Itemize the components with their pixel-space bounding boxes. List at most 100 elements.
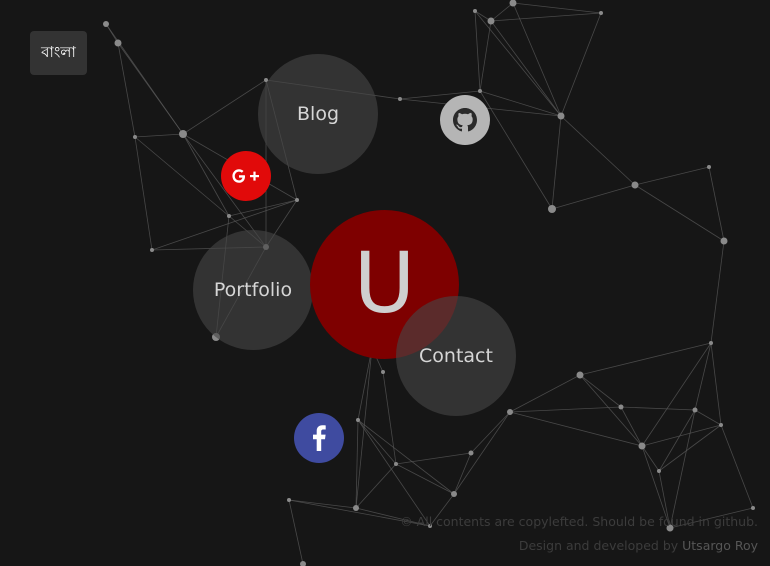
footer-copyright: © All contents are copylefted. Should be…: [400, 514, 758, 529]
network-link: [470, 411, 511, 454]
network-node: [576, 371, 584, 379]
network-link: [634, 166, 710, 186]
network-node: [478, 89, 482, 93]
nav-blog-label: Blog: [297, 103, 339, 125]
network-link: [579, 342, 712, 376]
network-node: [468, 450, 474, 456]
network-link: [512, 2, 562, 117]
network-node: [295, 198, 299, 202]
network-link: [134, 136, 230, 217]
network-link: [669, 409, 696, 529]
network-link: [355, 347, 373, 509]
footer-credit: Design and developed by Utsargo Roy: [519, 538, 758, 553]
network-link: [694, 342, 712, 411]
network-link: [620, 406, 643, 447]
network-node: [692, 407, 698, 413]
network-node: [394, 462, 398, 466]
network-link: [479, 20, 492, 92]
language-toggle-button[interactable]: বাংলা: [30, 31, 87, 75]
network-node: [599, 11, 603, 15]
facebook-icon: [313, 425, 326, 451]
network-node: [720, 237, 728, 245]
google-plus-link[interactable]: [221, 151, 271, 201]
network-node: [353, 505, 359, 511]
network-link: [551, 115, 562, 210]
network-link: [620, 406, 696, 411]
footer-credit-prefix: Design and developed by: [518, 538, 683, 553]
network-node: [150, 248, 154, 252]
network-node: [356, 418, 360, 422]
network-link: [288, 499, 357, 509]
network-node: [227, 214, 231, 218]
network-link: [694, 409, 722, 426]
network-link: [658, 409, 696, 472]
network-node: [487, 17, 495, 25]
google-plus-icon: [232, 169, 259, 183]
network-node: [287, 498, 291, 502]
footer-author-link[interactable]: Utsargo Roy: [682, 538, 758, 553]
network-link: [479, 90, 562, 117]
network-node: [179, 130, 187, 138]
facebook-link[interactable]: [294, 413, 344, 463]
network-link: [710, 240, 725, 344]
network-node: [300, 561, 306, 566]
network-node: [114, 39, 122, 47]
nav-portfolio-label: Portfolio: [213, 279, 293, 301]
network-node: [709, 341, 713, 345]
network-link: [355, 463, 397, 509]
center-logo-letter: U: [353, 233, 416, 332]
network-link: [357, 419, 397, 465]
network-node: [631, 181, 639, 189]
network-node: [618, 404, 624, 410]
network-link: [382, 371, 397, 465]
network-node: [473, 9, 477, 13]
network-link: [579, 374, 643, 447]
network-link: [395, 452, 472, 465]
network-link: [551, 184, 636, 210]
network-link: [720, 424, 754, 509]
network-link: [134, 133, 184, 138]
network-link: [509, 374, 581, 413]
network-node: [751, 506, 755, 510]
network-node: [719, 423, 723, 427]
network-link: [634, 184, 725, 242]
network-link: [512, 2, 602, 14]
network-link: [490, 12, 602, 22]
network-node: [509, 0, 517, 7]
network-link: [509, 411, 643, 447]
network-link: [134, 136, 153, 251]
network-node: [507, 409, 513, 415]
nav-portfolio-bubble[interactable]: Portfolio: [193, 230, 313, 350]
network-node: [398, 97, 402, 101]
network-link: [288, 499, 304, 565]
network-node: [381, 370, 385, 374]
network-link: [490, 20, 562, 117]
network-link: [228, 199, 298, 217]
network-node: [451, 491, 457, 497]
nav-contact-bubble[interactable]: Contact: [396, 296, 516, 416]
network-node: [133, 135, 137, 139]
network-link: [474, 10, 562, 117]
github-link[interactable]: [440, 95, 490, 145]
network-link: [357, 419, 431, 527]
network-link: [117, 42, 136, 138]
network-node: [548, 205, 556, 213]
network-link: [357, 347, 373, 421]
nav-contact-label: Contact: [419, 345, 493, 367]
network-node: [557, 112, 565, 120]
network-node: [638, 442, 646, 450]
network-link: [560, 12, 602, 117]
network-link: [710, 342, 722, 426]
network-link: [708, 166, 725, 242]
network-link: [509, 406, 622, 413]
network-link: [641, 445, 660, 472]
nav-blog-bubble[interactable]: Blog: [258, 54, 378, 174]
network-link: [579, 374, 622, 408]
network-link: [490, 2, 514, 22]
network-link: [560, 115, 636, 186]
network-link: [395, 463, 455, 495]
network-node: [707, 165, 711, 169]
network-node: [103, 21, 109, 27]
github-icon: [453, 108, 477, 132]
network-link: [182, 79, 267, 135]
